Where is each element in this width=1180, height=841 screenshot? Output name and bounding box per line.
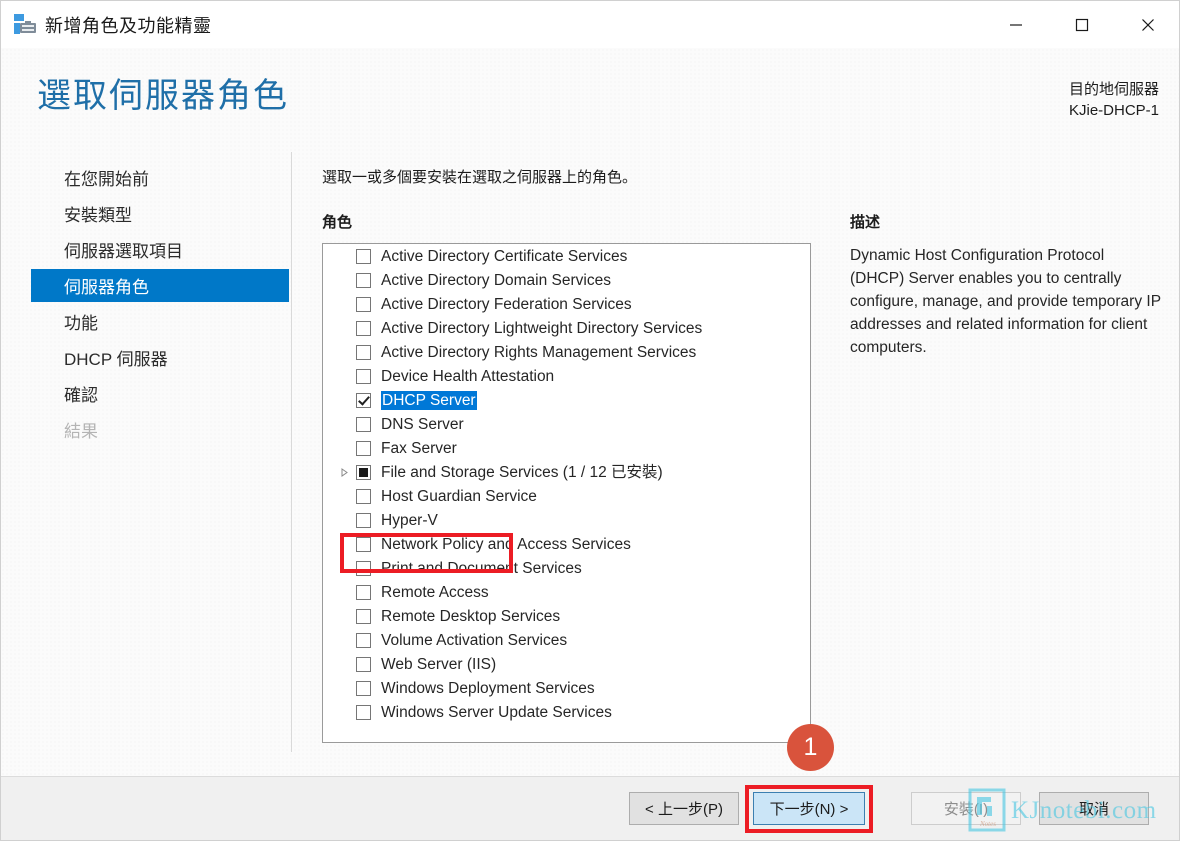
main-panel: 選取一或多個要安裝在選取之伺服器上的角色。 角色 描述 Active Direc… <box>292 144 1179 776</box>
role-label: Active Directory Certificate Services <box>381 247 628 265</box>
role-row[interactable]: Remote Desktop Services <box>323 604 810 628</box>
role-label: Windows Deployment Services <box>381 679 595 697</box>
role-row[interactable]: Print and Document Services <box>323 556 810 580</box>
role-label: Host Guardian Service <box>381 487 537 505</box>
sidebar-item-6[interactable]: 確認 <box>31 377 289 410</box>
window-controls <box>983 1 1179 48</box>
sidebar-item-1[interactable]: 安裝類型 <box>31 197 289 230</box>
role-label: DNS Server <box>381 415 464 433</box>
close-button[interactable] <box>1115 1 1179 48</box>
role-checkbox[interactable] <box>356 488 371 504</box>
destination-server-label: 目的地伺服器 <box>1068 81 1159 98</box>
role-row[interactable]: Fax Server <box>323 436 810 460</box>
wizard-step-nav: 在您開始前 安裝類型 伺服器選取項目 伺服器角色 功能 DHCP 伺服器 確認結果 <box>1 144 292 776</box>
role-row[interactable]: Host Guardian Service <box>323 484 810 508</box>
role-label: Active Directory Domain Services <box>381 271 611 289</box>
wizard-body: 在您開始前 安裝類型 伺服器選取項目 伺服器角色 功能 DHCP 伺服器 確認結果 選取一或… <box>1 144 1179 776</box>
wizard-header: 選取伺服器角色 目的地伺服器 KJie-DHCP-1 <box>1 48 1179 144</box>
sidebar-item-7: 結果 <box>64 422 98 441</box>
add-roles-features-wizard-window: 新增角色及功能精靈 選取伺服器角色 目的地伺服器 KJie-DHCP-1 在您開… <box>0 0 1180 841</box>
role-checkbox[interactable] <box>356 392 371 408</box>
role-label: Remote Desktop Services <box>381 607 561 625</box>
role-checkbox[interactable] <box>356 632 371 648</box>
role-checkbox[interactable] <box>356 656 371 672</box>
role-label: Web Server (IIS) <box>381 655 497 673</box>
sidebar-item-4[interactable]: 功能 <box>31 305 289 338</box>
role-row[interactable]: Remote Access <box>323 580 810 604</box>
install-button: 安裝(I) <box>911 792 1021 825</box>
role-label: Active Directory Federation Services <box>381 295 632 313</box>
role-checkbox[interactable] <box>356 320 371 336</box>
page-title: 選取伺服器角色 <box>37 77 289 115</box>
role-label: Fax Server <box>381 439 457 457</box>
minimize-button[interactable] <box>983 1 1049 48</box>
role-checkbox[interactable] <box>356 440 371 456</box>
role-row[interactable]: Windows Server Update Services <box>323 700 810 724</box>
step-badge-1: 1 <box>787 724 834 771</box>
role-label: Active Directory Rights Management Servi… <box>381 343 697 361</box>
destination-server-block: 目的地伺服器 KJie-DHCP-1 <box>1069 79 1159 121</box>
role-row[interactable]: Windows Deployment Services <box>323 676 810 700</box>
sidebar-item-0[interactable]: 在您開始前 <box>31 161 289 194</box>
role-row[interactable]: Active Directory Rights Management Servi… <box>323 340 810 364</box>
roles-listbox[interactable]: Active Directory Certificate Services Act… <box>322 243 811 743</box>
role-row[interactable]: File and Storage Services (1 / 12 已安裝) <box>323 460 810 484</box>
role-checkbox[interactable] <box>356 512 371 528</box>
role-label: Remote Access <box>381 583 489 601</box>
sidebar-item-5[interactable]: DHCP 伺服器 <box>31 341 289 374</box>
role-row[interactable]: Active Directory Federation Services <box>323 292 810 316</box>
role-checkbox[interactable] <box>356 296 371 312</box>
description-column-label: 描述 <box>850 214 881 231</box>
role-row[interactable]: Network Policy and Access Services <box>323 532 810 556</box>
next-button[interactable]: 下一步(N) > <box>753 792 865 825</box>
role-checkbox[interactable] <box>356 608 371 624</box>
role-description-text: Dynamic Host Configuration Protocol (DHC… <box>850 247 1161 356</box>
role-checkbox[interactable] <box>356 704 371 720</box>
role-checkbox[interactable] <box>356 344 371 360</box>
role-checkbox[interactable] <box>356 248 371 264</box>
role-checkbox[interactable] <box>356 416 371 432</box>
role-label: Device Health Attestation <box>381 367 555 385</box>
expander-triangle-icon[interactable] <box>336 467 352 477</box>
role-checkbox[interactable] <box>356 680 371 696</box>
roles-column-label: 角色 <box>322 214 353 231</box>
role-checkbox[interactable] <box>356 536 371 552</box>
sidebar-item-2[interactable]: 伺服器選取項目 <box>31 233 289 266</box>
role-row[interactable]: Device Health Attestation <box>323 364 810 388</box>
role-row[interactable]: Web Server (IIS) <box>323 652 810 676</box>
role-row[interactable]: DHCP Server <box>323 388 810 412</box>
role-label: File and Storage Services (1 / 12 已安裝) <box>381 463 663 481</box>
role-row[interactable]: Active Directory Domain Services <box>323 268 810 292</box>
role-checkbox[interactable] <box>356 368 371 384</box>
role-label: Volume Activation Services <box>381 631 568 649</box>
maximize-button[interactable] <box>1049 1 1115 48</box>
window-title: 新增角色及功能精靈 <box>45 16 212 36</box>
title-bar: 新增角色及功能精靈 <box>1 1 1179 48</box>
cancel-button[interactable]: 取消 <box>1039 792 1149 825</box>
role-label: Active Directory Lightweight Directory S… <box>381 319 703 337</box>
role-checkbox[interactable] <box>356 584 371 600</box>
server-wizard-icon <box>11 10 39 38</box>
role-row[interactable]: Active Directory Certificate Services <box>323 244 810 268</box>
role-checkbox[interactable] <box>356 464 371 480</box>
role-row[interactable]: Volume Activation Services <box>323 628 810 652</box>
back-button[interactable]: < 上一步(P) <box>629 792 739 825</box>
destination-server-name: KJie-DHCP-1 <box>1068 102 1159 119</box>
role-label: DHCP Server <box>381 390 477 410</box>
role-checkbox[interactable] <box>356 272 371 288</box>
role-label: Network Policy and Access Services <box>381 535 631 553</box>
sidebar-item-3[interactable]: 伺服器角色 <box>31 269 289 302</box>
role-row[interactable]: DNS Server <box>323 412 810 436</box>
role-label: Windows Server Update Services <box>381 703 612 721</box>
role-label: Print and Document Services <box>381 559 582 577</box>
role-label: Hyper-V <box>381 511 438 529</box>
role-row[interactable]: Hyper-V <box>323 508 810 532</box>
instruction-text: 選取一或多個要安裝在選取之伺服器上的角色。 <box>322 169 638 186</box>
role-row[interactable]: Active Directory Lightweight Directory S… <box>323 316 810 340</box>
role-checkbox[interactable] <box>356 560 371 576</box>
